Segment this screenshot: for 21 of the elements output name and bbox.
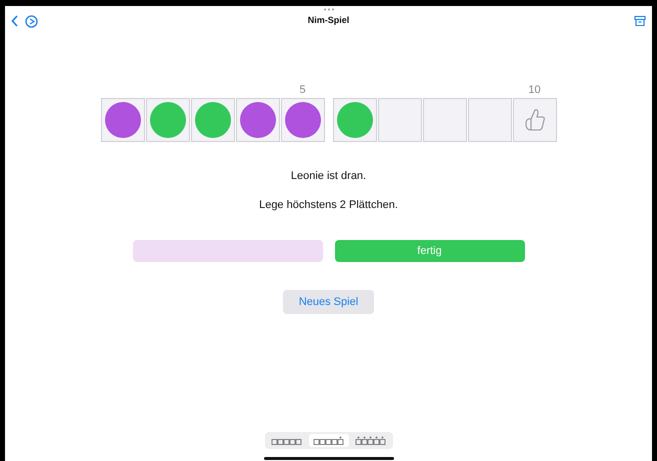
tile-row-icon xyxy=(354,436,386,445)
thumbs-up-icon xyxy=(522,107,546,133)
instruction-message: Lege höchstens 2 Plättchen. xyxy=(259,199,398,211)
position-number: 10 xyxy=(528,84,541,96)
tile-row-icon xyxy=(270,436,302,445)
back-icon[interactable] xyxy=(11,15,19,27)
play-circle-icon[interactable] xyxy=(25,14,38,28)
turn-message: Leonie ist dran. xyxy=(290,170,366,182)
tile-row-icon xyxy=(312,436,344,445)
new-game-button[interactable]: Neues Spiel xyxy=(282,290,374,314)
window-title: Nim-Spiel xyxy=(308,15,350,25)
board-cell[interactable] xyxy=(378,98,422,142)
variant-segment[interactable] xyxy=(308,434,348,447)
done-button[interactable]: fertig xyxy=(334,240,524,262)
archive-icon[interactable] xyxy=(634,15,646,27)
player-color-button[interactable] xyxy=(132,240,322,262)
board-cell[interactable] xyxy=(422,98,466,142)
more-icon[interactable] xyxy=(322,8,334,11)
position-number: 5 xyxy=(299,84,306,96)
board-cell[interactable] xyxy=(512,98,556,142)
board-cell[interactable] xyxy=(468,98,512,142)
